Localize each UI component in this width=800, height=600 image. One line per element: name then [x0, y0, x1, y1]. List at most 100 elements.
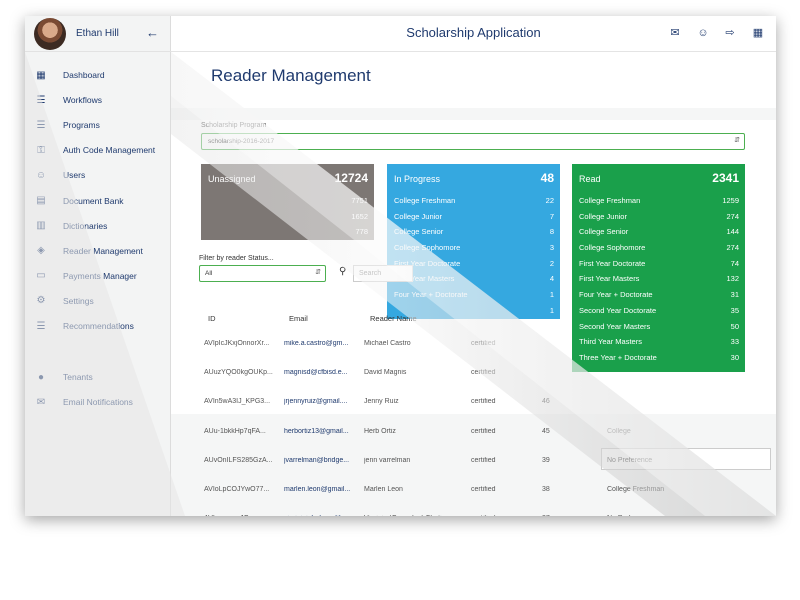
in-progress-row-value: 3 [549, 243, 554, 253]
in-progress-row-value: 1 [549, 290, 554, 300]
unassigned-card-header: Unassigned 12724 [201, 164, 374, 193]
table-row[interactable]: AUuzYQO0kgOUKp... magnisd@cfbisd.e... Davi… [199, 360, 759, 389]
column-header-email[interactable]: Email [289, 314, 308, 323]
cell-email[interactable]: mike.a.castro@gm... [284, 340, 352, 347]
in-progress-row: College Sophomore 3 [387, 240, 560, 256]
table-row[interactable]: AUvOnILFS285GzA... jvarrelman@bridge... je… [199, 448, 759, 477]
cell-id: AVIn5wA3IJ_KPG3... [204, 398, 271, 406]
in-progress-row-value: 4 [549, 274, 554, 284]
read-title: Read [579, 174, 601, 184]
sidebar-item-email-notifications[interactable]: ✉ Email Notifications [25, 392, 171, 412]
read-row: College Freshman 1259 [572, 193, 745, 209]
sidebar-item-reader-management[interactable]: ◈ Reader Management [25, 241, 171, 261]
in-progress-card[interactable]: In Progress 48 College Freshman 22 College… [387, 164, 560, 319]
cell-email[interactable]: marlen.leon@gmail... [284, 486, 352, 493]
collapse-arrow-icon[interactable]: ← [146, 25, 159, 40]
in-progress-row-value: 2 [549, 258, 554, 268]
table-row[interactable]: AVIn5wA3IJ_KPG3... jrjennyruiz@gmail.... J… [199, 389, 759, 418]
sidebar-item-document-bank[interactable]: ▤ Document Bank [25, 191, 171, 211]
in-progress-row: College Junior 7 [387, 209, 560, 225]
read-row: First Year Masters 132 [572, 271, 745, 287]
book-icon: ▥ [36, 220, 46, 232]
read-row: First Year Doctorate 74 [572, 256, 745, 272]
sidebar-item-tenants[interactable]: ● Tenants [25, 367, 171, 387]
cell-id: AUu-1bkkHp7qFA... [204, 427, 266, 435]
in-progress-title: In Progress [394, 174, 441, 184]
sidebar-item-dictionaries[interactable]: ▥ Dictionaries [25, 216, 171, 236]
read-row-value: 132 [726, 274, 739, 284]
read-row-label: Second Year Masters [579, 321, 651, 331]
main-content: Reader Management Scholarship Program sc… [171, 52, 776, 516]
sidebar-item-users[interactable]: ☺ Users [25, 165, 171, 185]
logout-icon[interactable]: ⇨ [723, 26, 737, 40]
in-progress-row: Four Year + Doctorate 1 [387, 287, 560, 303]
table-row[interactable]: AVIoLpCOJYwO77... marlen.leon@gmail... Mar… [199, 477, 759, 506]
unassigned-total: 12724 [334, 171, 368, 185]
read-row-value: 144 [726, 227, 739, 237]
program-select-value: scholarship-2016-2017 [208, 138, 275, 145]
sidebar-item-label: Users [63, 170, 86, 181]
search-input[interactable]: Search [353, 265, 413, 282]
cell-status: certified [471, 369, 496, 377]
cell-email[interactable]: jrjennyruiz@gmail.... [284, 398, 352, 405]
cell-id: AVIxmewxxJOnnor... [204, 515, 280, 516]
column-header-id[interactable]: ID [208, 314, 216, 323]
status-filter-select[interactable]: All ⇵ [199, 265, 326, 282]
user-icon[interactable]: ☺ [696, 26, 710, 40]
page-title: Reader Management [211, 66, 371, 85]
read-row-label: College Junior [579, 211, 627, 221]
cell-email[interactable]: jvarrelman@bridge... [284, 457, 352, 464]
sidebar: Ethan Hill ← ▦ Dashboard ☰ Workflows ☰ Progra… [25, 16, 171, 516]
sidebar-header: Ethan Hill ← [25, 16, 171, 52]
sidebar-item-label: Settings [63, 295, 94, 306]
in-progress-row: College Freshman 22 [387, 193, 560, 209]
sidebar-item-label: Document Bank [63, 195, 124, 206]
sidebar-item-dashboard[interactable]: ▦ Dashboard [25, 65, 171, 85]
cell-name: Michael Castro [364, 340, 411, 347]
sidebar-item-recommendations[interactable]: ☰ Recommendations [25, 316, 171, 336]
cell-email[interactable]: virginiaisforluvrs@... [284, 515, 352, 516]
read-row: College Junior 274 [572, 209, 745, 225]
column-header-name[interactable]: Reader Name [370, 314, 417, 323]
read-row-value: 35 [730, 305, 739, 315]
search-icon[interactable]: ⚲ [339, 266, 346, 277]
apps-grid-icon[interactable]: ▦ [751, 26, 765, 40]
in-progress-row-value: 22 [545, 196, 554, 205]
list-icon: ☰ [36, 320, 46, 332]
avatar[interactable] [34, 18, 66, 50]
cell-status: certified [471, 515, 521, 516]
cell-status: certified [471, 456, 496, 464]
cell-pref: College [607, 427, 631, 435]
sidebar-item-label: Email Notifications [63, 397, 133, 407]
sidebar-item-payments-manager[interactable]: ▭ Payments Manager [25, 266, 171, 286]
sidebar-item-programs[interactable]: ☰ Programs [25, 115, 171, 135]
table-row[interactable]: AVIxmewxxJOnnor... virginiaisforluvrs@...… [199, 506, 759, 516]
cell-id: AUuzYQO0kgOUKp... [204, 369, 273, 377]
read-total: 2341 [712, 171, 739, 185]
select-caret-icon: ⇵ [315, 269, 321, 276]
cell-email[interactable]: herbortiz13@gmail... [284, 428, 352, 435]
unassigned-row: 1652 [201, 209, 374, 225]
cell-email[interactable]: magnisd@cfbisd.e... [284, 369, 352, 376]
cell-pref: College Freshman [607, 486, 665, 493]
in-progress-row-label: College Sophomore [394, 243, 461, 253]
sidebar-item-label: Auth Code Management [63, 145, 156, 156]
sidebar-item-auth-code-management[interactable]: ⚿ Auth Code Management [25, 140, 171, 160]
table-row[interactable]: AVIpIcJKxjOnnorXr... mike.a.castro@gm... M… [199, 331, 759, 360]
cell-status: certified [471, 340, 496, 347]
sidebar-item-workflows[interactable]: ☰ Workflows [25, 90, 171, 110]
table-row[interactable]: AUu-1bkkHp7qFA... herbortiz13@gmail... Her… [199, 419, 759, 448]
unassigned-card[interactable]: Unassigned 12724 7751 1652 778 [201, 164, 374, 241]
select-caret-icon: ⇵ [734, 137, 740, 144]
cell-name: jenn varrelman [364, 456, 411, 464]
sidebar-item-label: Reader Management [63, 245, 143, 256]
mail-icon[interactable]: ✉ [668, 26, 682, 40]
unassigned-row: 7751 [201, 193, 374, 209]
program-select[interactable]: scholarship-2016-2017 ⇵ [201, 133, 745, 150]
sidebar-item-settings[interactable]: ⚙ Settings [25, 291, 171, 311]
read-row-label: First Year Masters [579, 274, 640, 284]
cell-name: Herb Ortiz [364, 427, 396, 435]
sidebar-item-label: Payments Manager [63, 270, 137, 281]
users-icon: ☺ [35, 169, 47, 181]
read-row-label: College Freshman [579, 196, 641, 205]
